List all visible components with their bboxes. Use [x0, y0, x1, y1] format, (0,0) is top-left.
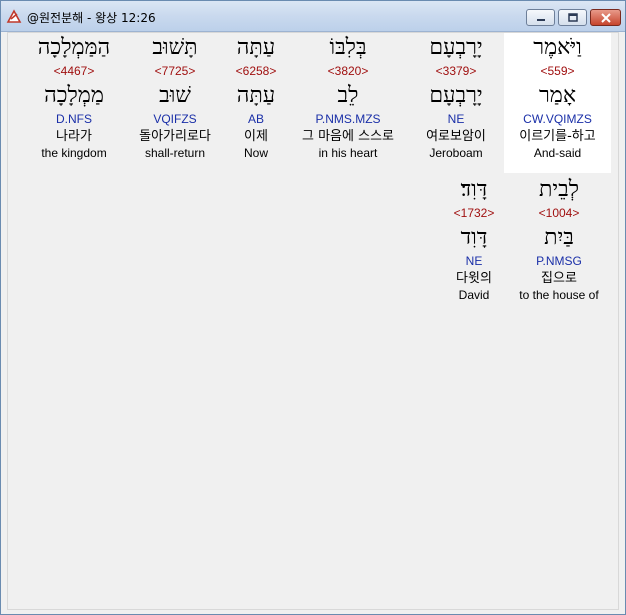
english-gloss: And-said: [533, 146, 582, 160]
english-gloss: in his heart: [318, 146, 378, 160]
korean-gloss: 여로보암이: [426, 129, 486, 144]
word-column[interactable]: עַתָּה <6258> עַתָּה AB 이제 Now: [228, 33, 284, 173]
morphology-code: VQIFZS: [153, 112, 197, 126]
korean-gloss: 다윗의: [456, 271, 492, 286]
lemma: עַתָּה: [236, 83, 276, 108]
minimize-icon: [536, 18, 545, 21]
close-button[interactable]: [590, 9, 621, 26]
word-column[interactable]: דָּוִד׃ <1732> דָּוִד NE 다윗의 David: [443, 175, 505, 315]
app-icon: [6, 9, 22, 23]
lemma: דָּוִד: [460, 225, 488, 250]
hebrew-word: וַיֹּאמֶר: [533, 35, 582, 60]
word-column[interactable]: תָּשׁוּב <7725> שׁוּב VQIFZS 돌아가리로다 shal…: [126, 33, 224, 173]
korean-gloss: 집으로: [541, 271, 577, 286]
hebrew-word: לְבֵית: [538, 177, 580, 202]
hebrew-word: יָרָבְעָם: [429, 35, 483, 60]
strong-number: <559>: [540, 64, 575, 78]
word-column[interactable]: וַיֹּאמֶר <559> אָמַר CW.VQIMZS 이르기를-하고 …: [504, 33, 611, 173]
hebrew-word: עַתָּה: [236, 35, 276, 60]
lemma: אָמַר: [538, 83, 577, 108]
korean-gloss: 이르기를-하고: [519, 129, 596, 144]
strong-number: <1732>: [453, 206, 495, 220]
morphology-code: P.NMS.MZS: [315, 112, 381, 126]
morphology-code: NE: [447, 112, 465, 126]
maximize-icon: [567, 12, 578, 22]
english-gloss: to the house of: [519, 288, 599, 302]
lemma: שׁוּב: [159, 83, 191, 108]
title-bar[interactable]: @원전분해 - 왕상 12:26: [1, 1, 625, 32]
word-column[interactable]: יָרָבְעָם <3379> יָרָבְעָם NE 여로보암이 Jero…: [412, 33, 500, 173]
strong-number: <3379>: [435, 64, 477, 78]
english-gloss: shall-return: [144, 146, 206, 160]
lemma: לֵב: [337, 83, 359, 108]
korean-gloss: 그 마음에 스스로: [302, 129, 394, 144]
english-gloss: Now: [243, 146, 268, 160]
hebrew-word: הַמַּמְלָכָה: [37, 35, 111, 60]
morphology-code: D.NFS: [56, 112, 92, 126]
word-column[interactable]: הַמַּמְלָכָה <4467> מַמְלָכָה D.NFS 나라가 …: [26, 33, 122, 173]
strong-number: <4467>: [53, 64, 95, 78]
strong-number: <6258>: [235, 64, 277, 78]
close-icon: [600, 12, 611, 23]
strong-number: <7725>: [154, 64, 196, 78]
morphology-code: NE: [465, 254, 483, 268]
english-gloss: Jeroboam: [429, 146, 483, 160]
word-column[interactable]: לְבֵית <1004> בַּיִת P.NMSG 집으로 to the h…: [509, 175, 609, 315]
morphology-code: P.NMSG: [536, 254, 582, 268]
word-column[interactable]: בְּלִבּוֹ <3820> לֵב P.NMS.MZS 그 마음에 스스로…: [288, 33, 408, 173]
hebrew-word: תָּשׁוּב: [152, 35, 198, 60]
morphology-code: AB: [247, 112, 264, 126]
english-gloss: David: [458, 288, 490, 302]
interlinear-panel: וַיֹּאמֶר <559> אָמַר CW.VQIMZS 이르기를-하고 …: [7, 32, 619, 610]
minimize-button[interactable]: [526, 9, 555, 26]
window-title: @원전분해 - 왕상 12:26: [27, 11, 156, 25]
strong-number: <3820>: [327, 64, 369, 78]
strong-number: <1004>: [538, 206, 580, 220]
korean-gloss: 이제: [244, 129, 268, 144]
lemma: יָרָבְעָם: [429, 83, 483, 108]
app-window: @원전분해 - 왕상 12:26 וַיֹּאמֶר <559> אָמַר C…: [0, 0, 626, 615]
hebrew-word: בְּלִבּוֹ: [329, 35, 367, 60]
maximize-button[interactable]: [558, 9, 587, 26]
korean-gloss: 나라가: [56, 129, 92, 144]
korean-gloss: 돌아가리로다: [139, 129, 211, 144]
english-gloss: the kingdom: [41, 146, 107, 160]
morphology-code: CW.VQIMZS: [523, 112, 592, 126]
hebrew-word: דָּוִד׃: [460, 177, 488, 202]
lemma: בַּיִת: [544, 225, 574, 250]
lemma: מַמְלָכָה: [44, 83, 104, 108]
